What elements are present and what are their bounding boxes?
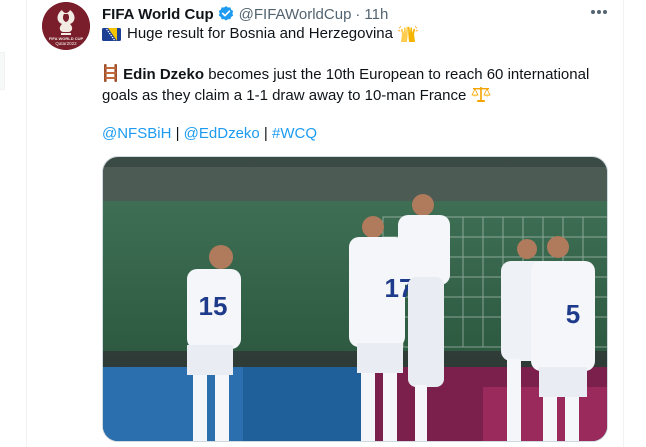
- left-column-border: [0, 0, 27, 447]
- author-handle[interactable]: @FIFAWorldCup: [239, 6, 352, 23]
- raising-hands-emoji: [398, 26, 418, 42]
- tweet-text-line-1: Huge result for Bosnia and Herzegovina: [102, 24, 607, 44]
- left-edge-tab: [0, 52, 5, 90]
- fifa-world-cup-qatar-2022-logo: FIFA WORLD CUP Qatar2022: [42, 2, 90, 50]
- tweet-tags: @NFSBiH | @EdDzeko | #WCQ: [102, 124, 607, 144]
- tag-separator: |: [175, 125, 180, 142]
- ladder-emoji: [104, 64, 117, 82]
- avatar[interactable]: FIFA WORLD CUP Qatar2022: [42, 2, 90, 50]
- more-horizontal-icon: [591, 10, 607, 14]
- bosnia-flag-icon: [102, 27, 121, 41]
- hashtag-link-wcq[interactable]: #WCQ: [272, 125, 317, 142]
- svg-text:Qatar2022: Qatar2022: [55, 41, 77, 46]
- photo-bosnia-players-celebrating: 15 17 5: [103, 157, 607, 441]
- mentioned-player-name: Edin Dzeko: [123, 66, 205, 83]
- jersey-number: 5: [566, 299, 580, 329]
- balance-scale-emoji: [470, 87, 491, 102]
- mention-link-nfsbih[interactable]: @NFSBiH: [102, 125, 171, 142]
- mention-link-eddzeko[interactable]: @EdDzeko: [184, 125, 260, 142]
- separator-dot: ·: [355, 5, 361, 23]
- jersey-number: 15: [199, 291, 228, 321]
- more-options-button[interactable]: [588, 2, 610, 22]
- tweet-view: FIFA WORLD CUP Qatar2022 FIFA World Cup …: [0, 0, 646, 447]
- tweet-text-paragraph-2: Edin Dzeko becomes just the 10th Europea…: [102, 64, 607, 106]
- right-column-border: [623, 0, 646, 447]
- tweet-media-photo[interactable]: 15 17 5: [102, 156, 608, 442]
- tweet-header: FIFA World Cup @FIFAWorldCup · 11h: [102, 4, 388, 24]
- tweet-timestamp[interactable]: 11h: [364, 6, 388, 23]
- author-display-name[interactable]: FIFA World Cup: [102, 6, 214, 23]
- tag-separator: |: [263, 125, 268, 142]
- verified-badge-icon: [218, 6, 233, 21]
- tweet-text-headline: Huge result for Bosnia and Herzegovina: [127, 25, 393, 42]
